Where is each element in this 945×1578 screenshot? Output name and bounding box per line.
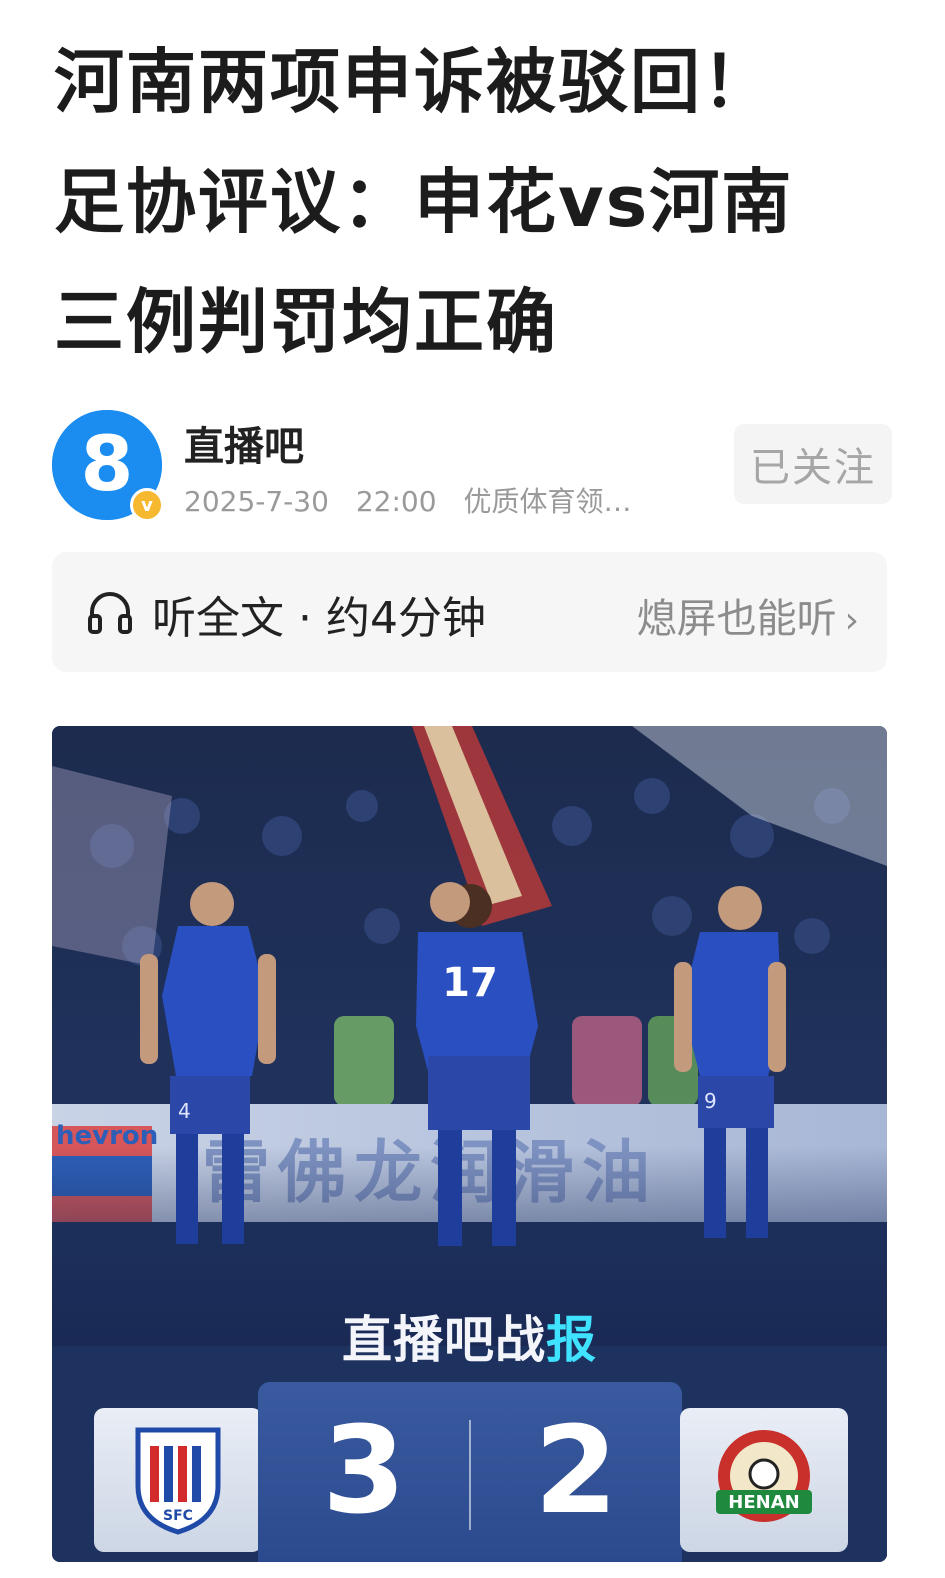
- listen-label: 听全文 · 约4分钟: [152, 593, 486, 644]
- henan-fc-badge-icon: HENAN: [716, 1430, 812, 1522]
- verified-badge-icon: v: [130, 488, 164, 522]
- report-title-main: 直播吧战: [342, 1311, 546, 1369]
- article-title-line-2: 足协评议：申花vs河南: [54, 161, 794, 243]
- author-tag: 优质体育领…: [463, 485, 632, 518]
- jersey-number-left: 4: [178, 1099, 191, 1123]
- report-title-accent: 报: [546, 1311, 597, 1369]
- avatar-glyph: 8: [81, 419, 134, 508]
- article-title: 河南两项申诉被驳回！ 足协评议：申花vs河南 三例判罚均正确: [54, 22, 894, 382]
- jersey-number-center: 17: [442, 960, 498, 1006]
- away-badge-text: HENAN: [728, 1492, 799, 1513]
- author-name[interactable]: 直播吧: [184, 414, 304, 472]
- hero-image[interactable]: hevron 雷佛龙润滑油 4 17: [52, 726, 887, 1562]
- avatar[interactable]: 8 v: [52, 410, 164, 522]
- report-title: 直播吧战报: [52, 1300, 887, 1372]
- screen-off-listen-label: 熄屏也能听: [636, 596, 837, 642]
- article-title-line-1: 河南两项申诉被驳回！: [54, 41, 774, 123]
- chevron-right-icon: ›: [844, 600, 859, 641]
- listen-bar[interactable]: 听全文 · 约4分钟 熄屏也能听 ›: [52, 552, 887, 672]
- follow-button[interactable]: 已关注: [734, 424, 892, 504]
- publish-time: 22:00: [355, 485, 437, 518]
- away-score: 2: [534, 1402, 618, 1541]
- headphones-icon: [88, 592, 132, 634]
- author-row: 8 v 直播吧 2025-7-30 22:00 优质体育领… 已关注: [52, 410, 892, 522]
- home-score: 3: [322, 1402, 406, 1541]
- home-team-card: SFC: [94, 1408, 262, 1552]
- shanghai-shenhua-badge-icon: SFC: [135, 1427, 221, 1535]
- jersey-number-right: 9: [704, 1089, 717, 1113]
- author-meta: 2025-7-30 22:00 优质体育领…: [184, 480, 631, 520]
- publish-date: 2025-7-30: [184, 485, 329, 518]
- verified-glyph: v: [141, 494, 153, 516]
- score-panel: 3 2: [258, 1382, 682, 1562]
- away-team-card: HENAN: [680, 1408, 848, 1552]
- article-title-line-3: 三例判罚均正确: [54, 281, 558, 363]
- home-badge-text: SFC: [163, 1508, 193, 1524]
- screen-off-listen-link[interactable]: 熄屏也能听 ›: [637, 586, 859, 644]
